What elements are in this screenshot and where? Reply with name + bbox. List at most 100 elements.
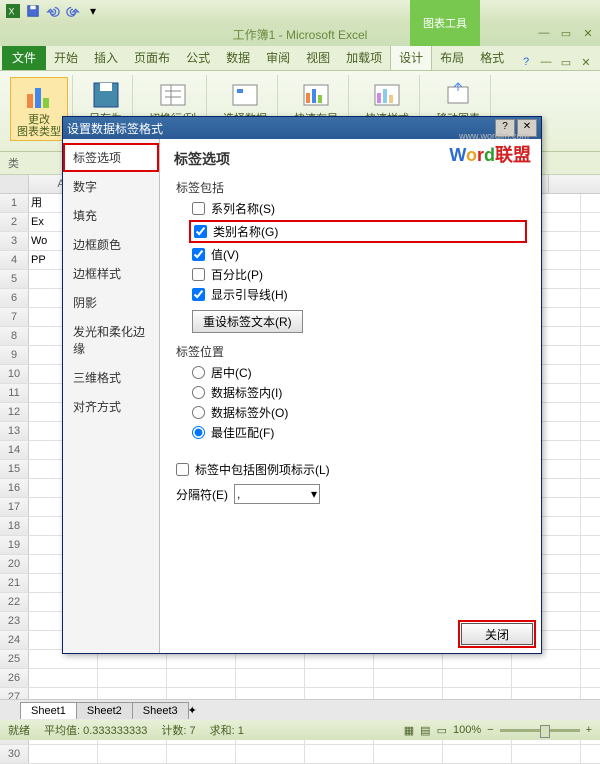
row-header[interactable]: 10 (0, 365, 29, 383)
qat-dropdown-icon[interactable]: ▾ (84, 2, 102, 20)
cell[interactable] (167, 745, 236, 763)
tab-view[interactable]: 视图 (298, 45, 338, 70)
save-icon[interactable] (24, 2, 42, 20)
dialog-nav-item[interactable]: 填充 (63, 201, 159, 230)
dialog-nav-item[interactable]: 三维格式 (63, 363, 159, 392)
row-header[interactable]: 26 (0, 669, 29, 687)
minimize-button[interactable]: — (536, 27, 552, 41)
row-header[interactable]: 21 (0, 574, 29, 592)
dialog-nav-item[interactable]: 标签选项 (63, 143, 159, 172)
dialog-close-button[interactable]: 关闭 (461, 623, 533, 645)
tab-insert[interactable]: 插入 (86, 45, 126, 70)
redo-icon[interactable] (64, 2, 82, 20)
tab-layout[interactable]: 布局 (432, 45, 472, 70)
sheet-tab[interactable]: Sheet3 (132, 702, 189, 719)
doc-max-button[interactable]: ▭ (558, 56, 574, 70)
row-header[interactable]: 24 (0, 631, 29, 649)
row-header[interactable]: 2 (0, 213, 29, 231)
row-header[interactable]: 6 (0, 289, 29, 307)
zoom-level[interactable]: 100% (453, 724, 481, 736)
row-header[interactable]: 3 (0, 232, 29, 250)
tab-addins[interactable]: 加载项 (338, 45, 390, 70)
help-button[interactable]: ? (518, 56, 534, 70)
view-pagebreak-icon[interactable]: ▭ (437, 724, 447, 737)
row-header[interactable]: 8 (0, 327, 29, 345)
label-position-radio[interactable] (192, 366, 205, 379)
close-window-button[interactable]: ✕ (580, 27, 596, 41)
sheet-tab[interactable]: Sheet2 (76, 702, 133, 719)
cell[interactable] (236, 669, 305, 687)
tab-review[interactable]: 审阅 (258, 45, 298, 70)
dialog-nav-item[interactable]: 发光和柔化边缘 (63, 317, 159, 363)
row-header[interactable]: 19 (0, 536, 29, 554)
tab-home[interactable]: 开始 (46, 45, 86, 70)
ribbon-change-type-button[interactable]: 更改图表类型 (10, 77, 68, 141)
tab-format[interactable]: 格式 (472, 45, 512, 70)
reset-label-text-button[interactable]: 重设标签文本(R) (192, 310, 303, 333)
maximize-button[interactable]: ▭ (558, 27, 574, 41)
label-option-checkbox[interactable] (194, 225, 207, 238)
sheet-tab[interactable]: Sheet1 (20, 702, 77, 719)
row-header[interactable]: 23 (0, 612, 29, 630)
row-header[interactable]: 1 (0, 194, 29, 212)
row-header[interactable]: 15 (0, 460, 29, 478)
row-header[interactable]: 20 (0, 555, 29, 573)
cell[interactable] (374, 745, 443, 763)
row-header[interactable]: 7 (0, 308, 29, 326)
cell[interactable] (512, 669, 581, 687)
excel-icon[interactable]: X (4, 2, 22, 20)
undo-icon[interactable] (44, 2, 62, 20)
row-header[interactable]: 12 (0, 403, 29, 421)
row-header[interactable]: 4 (0, 251, 29, 269)
row-header[interactable]: 5 (0, 270, 29, 288)
row-header[interactable]: 9 (0, 346, 29, 364)
cell[interactable] (305, 745, 374, 763)
doc-close-button[interactable]: ✕ (578, 56, 594, 70)
row-header[interactable]: 13 (0, 422, 29, 440)
tab-design[interactable]: 设计 (390, 44, 432, 70)
label-position-radio[interactable] (192, 426, 205, 439)
row-header[interactable]: 14 (0, 441, 29, 459)
tab-file[interactable]: 文件 (2, 45, 46, 70)
col-header[interactable] (0, 175, 29, 193)
dialog-nav-item[interactable]: 数字 (63, 172, 159, 201)
cell[interactable] (98, 745, 167, 763)
cell[interactable] (374, 669, 443, 687)
row-header[interactable]: 11 (0, 384, 29, 402)
label-option-checkbox[interactable] (192, 288, 205, 301)
view-normal-icon[interactable]: ▦ (404, 724, 414, 737)
row-header[interactable]: 25 (0, 650, 29, 668)
row-header[interactable]: 18 (0, 517, 29, 535)
cell[interactable] (236, 745, 305, 763)
tab-data[interactable]: 数据 (218, 45, 258, 70)
separator-select[interactable]: , ▾ (234, 484, 320, 504)
label-position-radio[interactable] (192, 386, 205, 399)
doc-min-button[interactable]: — (538, 56, 554, 70)
cell[interactable] (305, 669, 374, 687)
row-header[interactable]: 22 (0, 593, 29, 611)
legend-key-checkbox[interactable] (176, 463, 189, 476)
label-position-radio[interactable] (192, 406, 205, 419)
name-box[interactable]: 类 (8, 155, 48, 171)
label-option-checkbox[interactable] (192, 202, 205, 215)
row-header[interactable]: 16 (0, 479, 29, 497)
row-header[interactable]: 30 (0, 745, 29, 763)
dialog-nav-item[interactable]: 边框颜色 (63, 230, 159, 259)
dialog-nav-item[interactable]: 边框样式 (63, 259, 159, 288)
cell[interactable] (29, 745, 98, 763)
tab-pagelayout[interactable]: 页面布 (126, 45, 178, 70)
row-header[interactable]: 17 (0, 498, 29, 516)
cell[interactable] (98, 669, 167, 687)
cell[interactable] (512, 745, 581, 763)
cell[interactable] (167, 669, 236, 687)
new-sheet-button[interactable]: ✦ (188, 704, 197, 717)
view-layout-icon[interactable]: ▤ (420, 724, 430, 737)
dialog-nav-item[interactable]: 对齐方式 (63, 392, 159, 421)
zoom-slider[interactable] (500, 729, 580, 732)
label-option-checkbox[interactable] (192, 248, 205, 261)
tab-formulas[interactable]: 公式 (178, 45, 218, 70)
cell[interactable] (443, 745, 512, 763)
zoom-in-button[interactable]: + (586, 724, 592, 736)
label-option-checkbox[interactable] (192, 268, 205, 281)
cell[interactable] (29, 669, 98, 687)
